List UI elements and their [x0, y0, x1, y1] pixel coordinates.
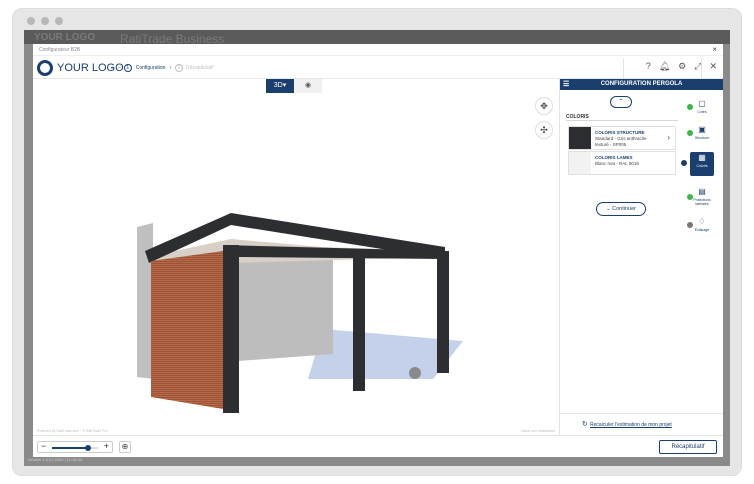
continue-button[interactable]: ⌄ Continuer: [596, 202, 646, 216]
color-option-name: COLORIS STRUCTURE: [595, 130, 645, 135]
modal-close-button[interactable]: ×: [712, 45, 717, 54]
lightbulb-icon: ♢: [698, 217, 706, 226]
recenter-icon[interactable]: ⊕: [119, 441, 131, 453]
breadcrumb-recap[interactable]: Récapitulatif: [186, 65, 214, 71]
chevron-right-icon: ›: [118, 65, 120, 71]
configurator-modal: Configurateur B2B × YOUR LOGO ⌂ › 1 Conf…: [33, 44, 723, 457]
color-option-detail: Blanc mat - RAL 9016: [595, 161, 639, 166]
configuration-panel: ☰ CONFIGURATION PERGOLA ⌃ COLORIS COLORI…: [559, 79, 723, 435]
chevron-right-icon[interactable]: ›: [667, 133, 670, 142]
step-eclairage[interactable]: ♢ Éclairage: [690, 216, 714, 238]
color-option-lames[interactable]: COLORIS LAMES Blanc mat - RAL 9016: [568, 151, 676, 175]
step-label: Coloris: [696, 164, 708, 168]
color-option-detail: Standard - Gris anthracite: [595, 136, 647, 141]
breadcrumb: ⌂ › 1 Configuration › 2 Récapitulatif: [111, 64, 214, 72]
color-option-text: COLORIS STRUCTURE Standard - Gris anthra…: [595, 130, 647, 148]
window-dot[interactable]: [41, 17, 49, 25]
section-divider: [566, 120, 678, 121]
step-status-current: [681, 160, 687, 166]
refresh-icon[interactable]: ↻: [582, 420, 588, 428]
panel-footer: ↻ Recalculer l'estimation de mon projet: [560, 413, 723, 435]
step1-number: 1: [123, 64, 132, 72]
step2-number: 2: [175, 64, 184, 72]
step-label: Éclairage: [694, 228, 710, 232]
divider: [701, 58, 702, 79]
zoom-control: − +: [37, 441, 113, 453]
pergola-render: [137, 213, 463, 413]
gear-icon[interactable]: ⚙: [678, 61, 686, 72]
post-front-right: [437, 251, 449, 373]
3d-viewer[interactable]: 3D▾ ◉ ✥ ✣ Powered by RatiTrade.com · © R…: [33, 79, 559, 435]
frame-icon: ▣: [698, 125, 706, 134]
post-front-middle: [353, 253, 365, 391]
chevron-right-icon: ›: [169, 65, 172, 71]
step-protections[interactable]: ▤ Protections latérales: [690, 186, 714, 208]
recalculate-link[interactable]: Recalculer l'estimation de mon projet: [590, 422, 672, 428]
zoom-handle[interactable]: [84, 445, 91, 451]
zoom-fill: [52, 447, 88, 449]
collapse-up-button[interactable]: ⌃: [610, 96, 632, 108]
color-swatch: [569, 127, 591, 149]
credit-right: Visuel non contractuel: [520, 429, 555, 433]
step-label: Cotes: [697, 110, 707, 114]
color-option-detail: texturé - SP005: [595, 142, 627, 147]
continue-label: Continuer: [612, 206, 636, 212]
window-dot[interactable]: [55, 17, 63, 25]
home-icon[interactable]: ⌂: [111, 65, 114, 71]
panel-body: ⌃ COLORIS COLORIS STRUCTURE Standard - G…: [560, 90, 684, 410]
panel-title-text: CONFIGURATION PERGOLA: [600, 81, 683, 87]
recap-button[interactable]: Récapitulatif: [659, 440, 717, 454]
color-option-text: COLORIS LAMES Blanc mat - RAL 9016: [595, 155, 639, 167]
bell-icon[interactable]: 🔔︎: [659, 61, 670, 72]
side-screen: [151, 251, 223, 409]
panel-title: ☰ CONFIGURATION PERGOLA: [560, 79, 723, 90]
zoom-out-button[interactable]: −: [41, 441, 46, 451]
window-dot[interactable]: [27, 17, 35, 25]
bottom-toolbar: − + ⊕ Récapitulatif: [33, 435, 723, 457]
modal-header: YOUR LOGO ⌂ › 1 Configuration › 2 Récapi…: [33, 57, 723, 79]
window-controls: [27, 17, 63, 25]
step-coloris[interactable]: ▦ Coloris: [690, 152, 714, 176]
color-swatch: [569, 152, 591, 174]
palette-icon: ▦: [698, 153, 706, 162]
ground-marker: [409, 367, 421, 379]
background-footer: Version 1.0.0 | 2022 | 11:16:44: [28, 457, 83, 462]
divider: [623, 58, 624, 79]
zoom-slider[interactable]: [52, 445, 98, 451]
header-icons: ? 🔔︎ ⚙ ⤢ ✕: [646, 61, 717, 72]
modal-title: Configurateur B2B: [39, 47, 81, 53]
menu-icon[interactable]: ☰: [563, 79, 569, 90]
logo-icon: [37, 60, 53, 76]
ruler-icon: ▢: [698, 99, 706, 108]
breadcrumb-configuration[interactable]: Configuration: [136, 65, 166, 71]
step-structure[interactable]: ▣ Structure: [690, 124, 714, 146]
zoom-in-button[interactable]: +: [104, 441, 109, 451]
step-cotes[interactable]: ▢ Cotes: [690, 98, 714, 120]
step-rail: ▢ Cotes ▣ Structure ▦ Coloris ▤ Protections …: [681, 90, 724, 410]
screen-icon: ▤: [698, 187, 706, 196]
step-label: Protections latérales: [693, 198, 711, 206]
credit-left: Powered by RatiTrade.com · © RatiTrade P…: [37, 429, 108, 433]
color-option-structure[interactable]: COLORIS STRUCTURE Standard - Gris anthra…: [568, 126, 676, 150]
color-option-name: COLORIS LAMES: [595, 155, 633, 160]
close-icon[interactable]: ✕: [709, 61, 717, 72]
modal-titlebar: Configurateur B2B ×: [33, 44, 723, 56]
background-logo: YOUR LOGO: [34, 32, 96, 43]
help-icon[interactable]: ?: [646, 61, 651, 72]
back-wall: [238, 254, 333, 361]
step-label: Structure: [694, 136, 710, 140]
side-wall: [137, 223, 153, 379]
post-front-left: [223, 245, 239, 413]
